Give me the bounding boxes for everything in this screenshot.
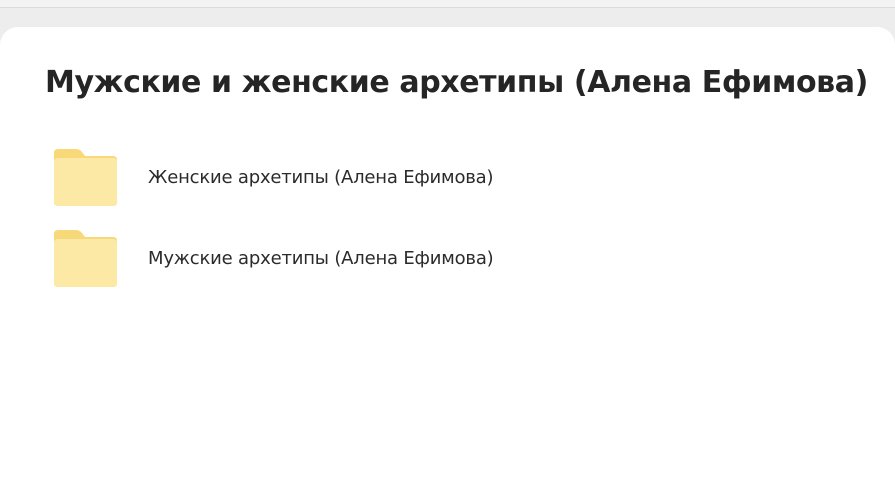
folder-list: Женские архетипы (Алена Ефимова) Мужские… — [0, 145, 895, 307]
top-chrome-strip — [0, 0, 895, 8]
folder-icon — [54, 149, 117, 206]
page-title: Мужские и женские архетипы (Алена Ефимов… — [45, 65, 868, 100]
folder-icon — [54, 230, 117, 287]
main-panel: Мужские и женские архетипы (Алена Ефимов… — [0, 27, 895, 504]
folder-label: Мужские архетипы (Алена Ефимова) — [148, 248, 494, 269]
folder-label: Женские архетипы (Алена Ефимова) — [148, 167, 494, 188]
folder-item-female-archetypes[interactable]: Женские архетипы (Алена Ефимова) — [0, 145, 895, 226]
folder-item-male-archetypes[interactable]: Мужские архетипы (Алена Ефимова) — [0, 226, 895, 307]
